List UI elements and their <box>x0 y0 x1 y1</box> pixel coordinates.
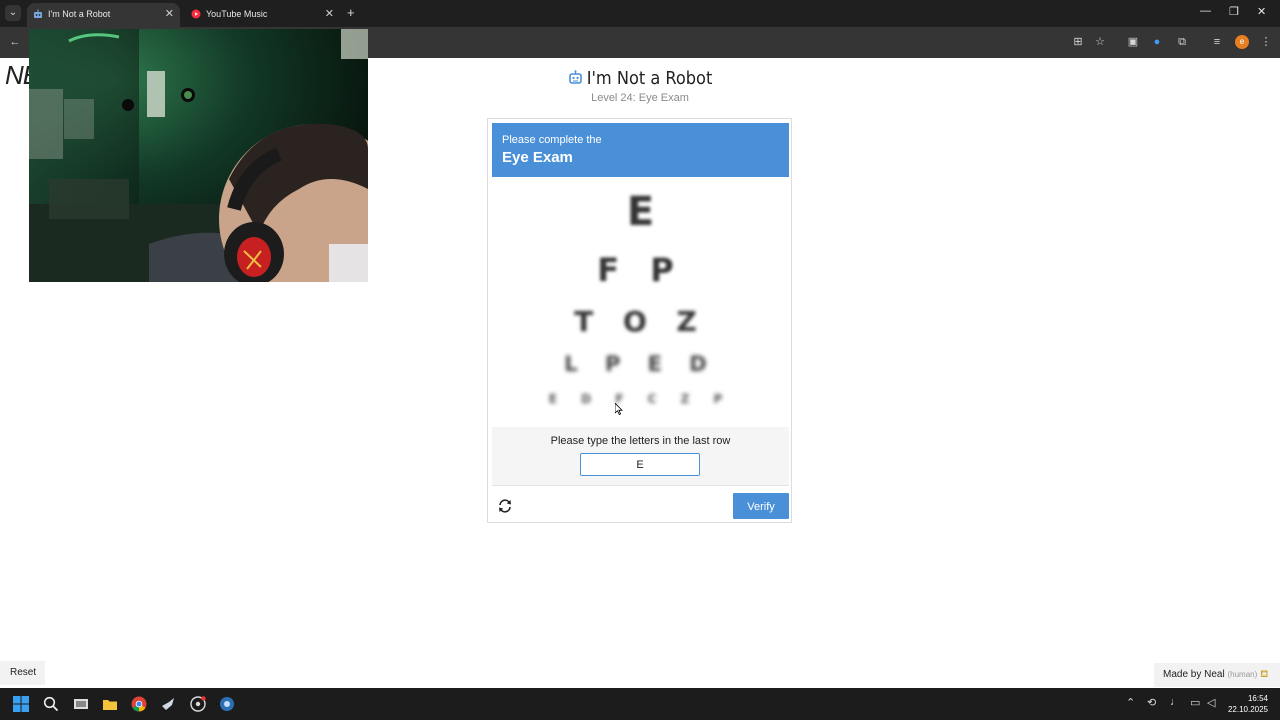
verify-button[interactable]: Verify <box>733 493 789 519</box>
reset-button[interactable]: Reset <box>0 661 45 685</box>
tab-youtube-music[interactable]: YouTube Music ✕ <box>185 3 340 27</box>
clock-date[interactable]: 22.10.2025 <box>1222 705 1268 714</box>
level-subtitle: Level 24: Eye Exam <box>591 92 689 104</box>
eye-chart: E F P T O Z L P E D E D F C Z P <box>492 181 789 425</box>
answer-input[interactable] <box>580 453 700 476</box>
windows-taskbar: ⌃ ⟲ ♩ ▭ ◁ 16:54 22.10.2025 <box>0 688 1280 720</box>
captcha-instruction: Please complete the <box>502 134 602 146</box>
tab-im-not-a-robot[interactable]: I'm Not a Robot ✕ <box>27 3 180 27</box>
clock-time[interactable]: 16:54 <box>1222 694 1268 703</box>
extensions-puzzle-icon[interactable]: ⧉ <box>1175 35 1189 49</box>
app-icon[interactable] <box>219 696 235 712</box>
extension-icon[interactable]: ▣ <box>1126 35 1140 49</box>
made-by-credit[interactable]: Made by Neal (human) ⛾ <box>1154 663 1280 687</box>
file-explorer-icon[interactable] <box>102 696 118 712</box>
eye-chart-row: T O Z <box>574 305 707 338</box>
eye-chart-row: F P <box>597 251 684 289</box>
tray-overflow-icon[interactable]: ⌃ <box>1126 696 1142 712</box>
windows-start-icon[interactable] <box>13 696 29 712</box>
profile-avatar-icon[interactable]: e <box>1235 35 1249 49</box>
task-view-icon[interactable] <box>73 696 89 712</box>
robot-icon <box>568 70 582 84</box>
tab-title: I'm Not a Robot <box>48 9 111 19</box>
eye-chart-row: L P E D <box>564 352 717 376</box>
close-tab-icon[interactable]: ✕ <box>165 7 174 20</box>
back-arrow-icon[interactable]: ← <box>8 35 22 49</box>
made-by-note: (human) <box>1227 670 1258 679</box>
media-controls-icon[interactable]: ≡ <box>1210 35 1224 49</box>
close-window-button[interactable]: ✕ <box>1257 5 1266 18</box>
divider <box>492 485 789 486</box>
eye-chart-row: E <box>626 189 655 235</box>
obs-icon[interactable] <box>190 696 206 712</box>
steam-icon[interactable] <box>160 696 176 712</box>
sync-icon[interactable]: ⟲ <box>1147 696 1163 712</box>
volume-icon[interactable]: ◁ <box>1207 696 1223 712</box>
captcha-challenge-name: Eye Exam <box>502 149 573 166</box>
new-tab-button[interactable]: + <box>347 5 355 20</box>
answer-prompt: Please type the letters in the last row <box>550 435 731 447</box>
close-tab-icon[interactable]: ✕ <box>325 7 334 20</box>
extension-blue-icon[interactable]: ● <box>1150 35 1164 49</box>
youtube-music-favicon-icon <box>191 9 201 19</box>
made-by-text: Made by Neal <box>1163 669 1225 680</box>
microphone-icon[interactable]: ♩ <box>1170 696 1186 712</box>
page-title-text: I'm Not a Robot <box>586 68 713 89</box>
more-menu-icon[interactable]: ⋮ <box>1259 35 1273 49</box>
network-icon[interactable]: ▭ <box>1190 696 1206 712</box>
page-title: I'm Not a Robot <box>0 68 1280 89</box>
bookmark-star-icon[interactable]: ☆ <box>1093 35 1107 49</box>
browser-tab-bar: ⌄ I'm Not a Robot ✕ YouTube Music ✕ + — … <box>0 0 1280 27</box>
cup-icon: ⛾ <box>1260 669 1269 680</box>
eye-chart-last-row: E D F C Z P <box>548 392 733 406</box>
webcam-overlay <box>29 29 368 282</box>
webcam-image <box>29 29 368 282</box>
translate-icon[interactable]: ⊞ <box>1071 35 1085 49</box>
maximize-button[interactable]: ❐ <box>1229 5 1239 18</box>
robot-favicon-icon <box>34 9 42 18</box>
mouse-cursor-icon <box>615 403 623 415</box>
chrome-icon[interactable] <box>131 696 147 712</box>
tab-search-button[interactable]: ⌄ <box>5 5 21 21</box>
captcha-header: Please complete the Eye Exam <box>492 123 789 177</box>
search-icon[interactable] <box>43 696 59 712</box>
tab-title: YouTube Music <box>206 9 268 19</box>
refresh-icon[interactable] <box>497 498 513 514</box>
captcha-card: Please complete the Eye Exam E F P T O Z… <box>487 118 792 523</box>
minimize-button[interactable]: — <box>1200 5 1211 17</box>
answer-panel: Please type the letters in the last row <box>492 427 789 485</box>
